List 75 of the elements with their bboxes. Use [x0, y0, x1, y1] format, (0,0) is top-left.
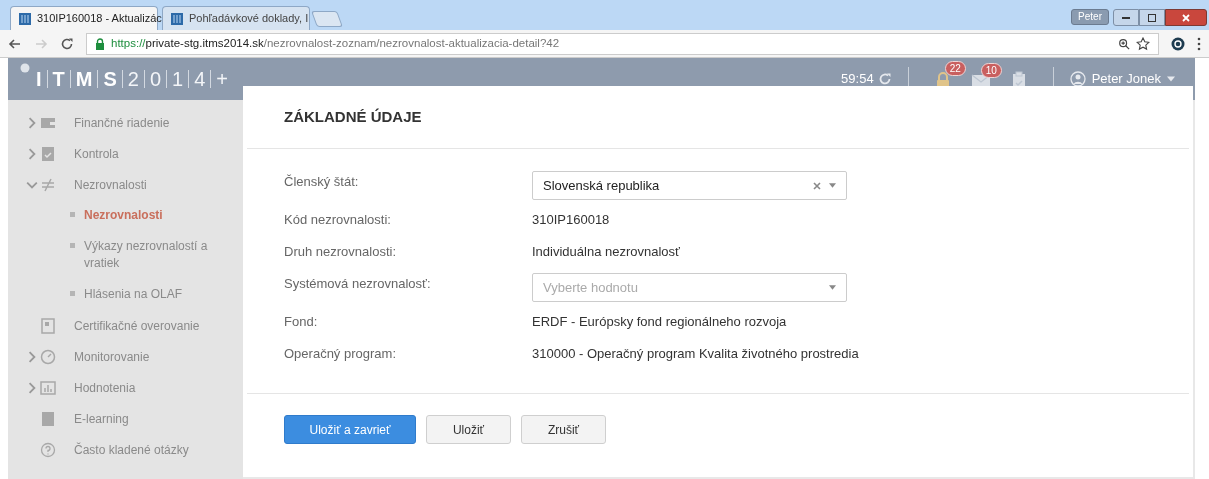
back-icon[interactable]	[8, 36, 22, 51]
menu-icon[interactable]	[1197, 36, 1201, 51]
document-icon	[40, 317, 56, 334]
bullet-icon	[70, 212, 75, 217]
sidebar-item[interactable]: Monitorovanie	[8, 341, 243, 372]
restore-button[interactable]	[1139, 9, 1165, 26]
book-icon	[40, 410, 56, 427]
field-label: Kód nezrovnalosti:	[284, 211, 392, 229]
field-label: Druh nezrovnalosti:	[284, 243, 397, 261]
tab-title: Pohľadávkové doklady, I	[189, 11, 309, 27]
sidebar-item[interactable]: Hodnotenia	[8, 372, 243, 403]
logo-letter: S	[103, 69, 117, 89]
submenu-item[interactable]: Hlásenia na OLAF	[84, 286, 231, 303]
submenu-item[interactable]: Výkazy nezrovnalostí a vratiek	[84, 238, 231, 272]
address-field[interactable]: https://private-stg.itms2014.sk/nezrovnalost-zoznam/nezrovnalost-aktualizacia-detail?42	[86, 32, 1159, 55]
browser-tab[interactable]: Pohľadávkové doklady, I	[162, 6, 310, 30]
logo-letter: 0	[149, 69, 162, 89]
chart-icon	[40, 379, 56, 396]
logo-letter: +	[216, 69, 228, 89]
field-label: Fond:	[284, 313, 319, 331]
caret-icon	[829, 285, 836, 290]
zoom-icon[interactable]	[1118, 37, 1130, 50]
url-text: https://private-stg.itms2014.sk/nezrovnalost-zoznam/nezrovnalost-aktualizacia-detail?42	[111, 35, 560, 51]
count-badge: 10	[980, 63, 1002, 78]
user-icon	[1069, 71, 1086, 87]
field-value: 310000 - Operačný program Kvalita životného prostredia	[532, 345, 859, 363]
sidebar-item[interactable]: Certifikačné overovanie	[8, 310, 243, 341]
sidebar-item[interactable]: Nezrovnalosti	[8, 169, 243, 200]
select-field[interactable]: Slovenská republika	[532, 171, 847, 200]
app-icon	[171, 12, 183, 25]
gauge-icon	[40, 348, 56, 365]
session-timer: 59:54	[841, 70, 874, 89]
mail-icon	[970, 73, 991, 89]
bullet-icon	[70, 243, 75, 248]
field-label: Systémová nezrovnalosť:	[284, 275, 432, 293]
reload-icon[interactable]	[60, 36, 74, 51]
dialog-button[interactable]: Uložiť a zavrieť	[284, 415, 416, 444]
dialog-button[interactable]: Uložiť	[426, 415, 511, 444]
count-badge: 22	[944, 61, 966, 76]
field-label: Členský štát:	[284, 173, 360, 191]
field-value: ERDF - Európsky fond regionálneho rozvoja	[532, 313, 787, 331]
bullet-icon	[70, 291, 75, 296]
help-icon	[40, 441, 56, 458]
logo-letter: I	[36, 69, 42, 89]
sidebar-item[interactable]: E-learning	[8, 403, 243, 434]
lock-icon	[95, 37, 105, 50]
app-icon	[19, 12, 31, 25]
logo-letter: M	[75, 69, 93, 89]
field-value: 310IP160018	[532, 211, 610, 229]
close-window-button[interactable]	[1165, 9, 1207, 26]
clear-icon[interactable]	[813, 181, 821, 190]
logo-letter: 4	[194, 69, 206, 89]
field-value: Individuálna nezrovnalosť	[532, 243, 680, 261]
star-icon[interactable]	[1136, 36, 1150, 51]
logo-letter: 1	[172, 69, 184, 89]
select-field[interactable]: Vyberte hodnotu	[532, 273, 847, 302]
user-menu[interactable]: Peter Jonek	[1091, 69, 1161, 89]
checkbox-icon	[40, 145, 56, 162]
logo-letter: 2	[127, 69, 139, 89]
profile-button[interactable]: Peter	[1071, 9, 1109, 25]
sidebar-item[interactable]: Často kladené otázky	[8, 434, 243, 465]
extension-icon[interactable]	[1171, 36, 1185, 51]
dialog-button[interactable]: Zrušiť	[521, 415, 606, 444]
close-icon	[1182, 13, 1190, 22]
dialog-title: ZÁKLADNÉ ÚDAJE	[284, 106, 422, 127]
sidebar-item[interactable]: Finančné riadenie	[8, 107, 243, 138]
not-equal-icon	[40, 176, 56, 193]
logo-letter: T	[52, 69, 65, 89]
minimize-button[interactable]	[1113, 9, 1139, 26]
badge-icon	[20, 63, 30, 73]
caret-icon	[829, 183, 836, 188]
sidebar-item[interactable]: Kontrola	[8, 138, 243, 169]
field-label: Operačný program:	[284, 345, 397, 363]
caret-icon	[1167, 76, 1175, 82]
submenu-item[interactable]: Nezrovnalosti	[84, 207, 231, 224]
